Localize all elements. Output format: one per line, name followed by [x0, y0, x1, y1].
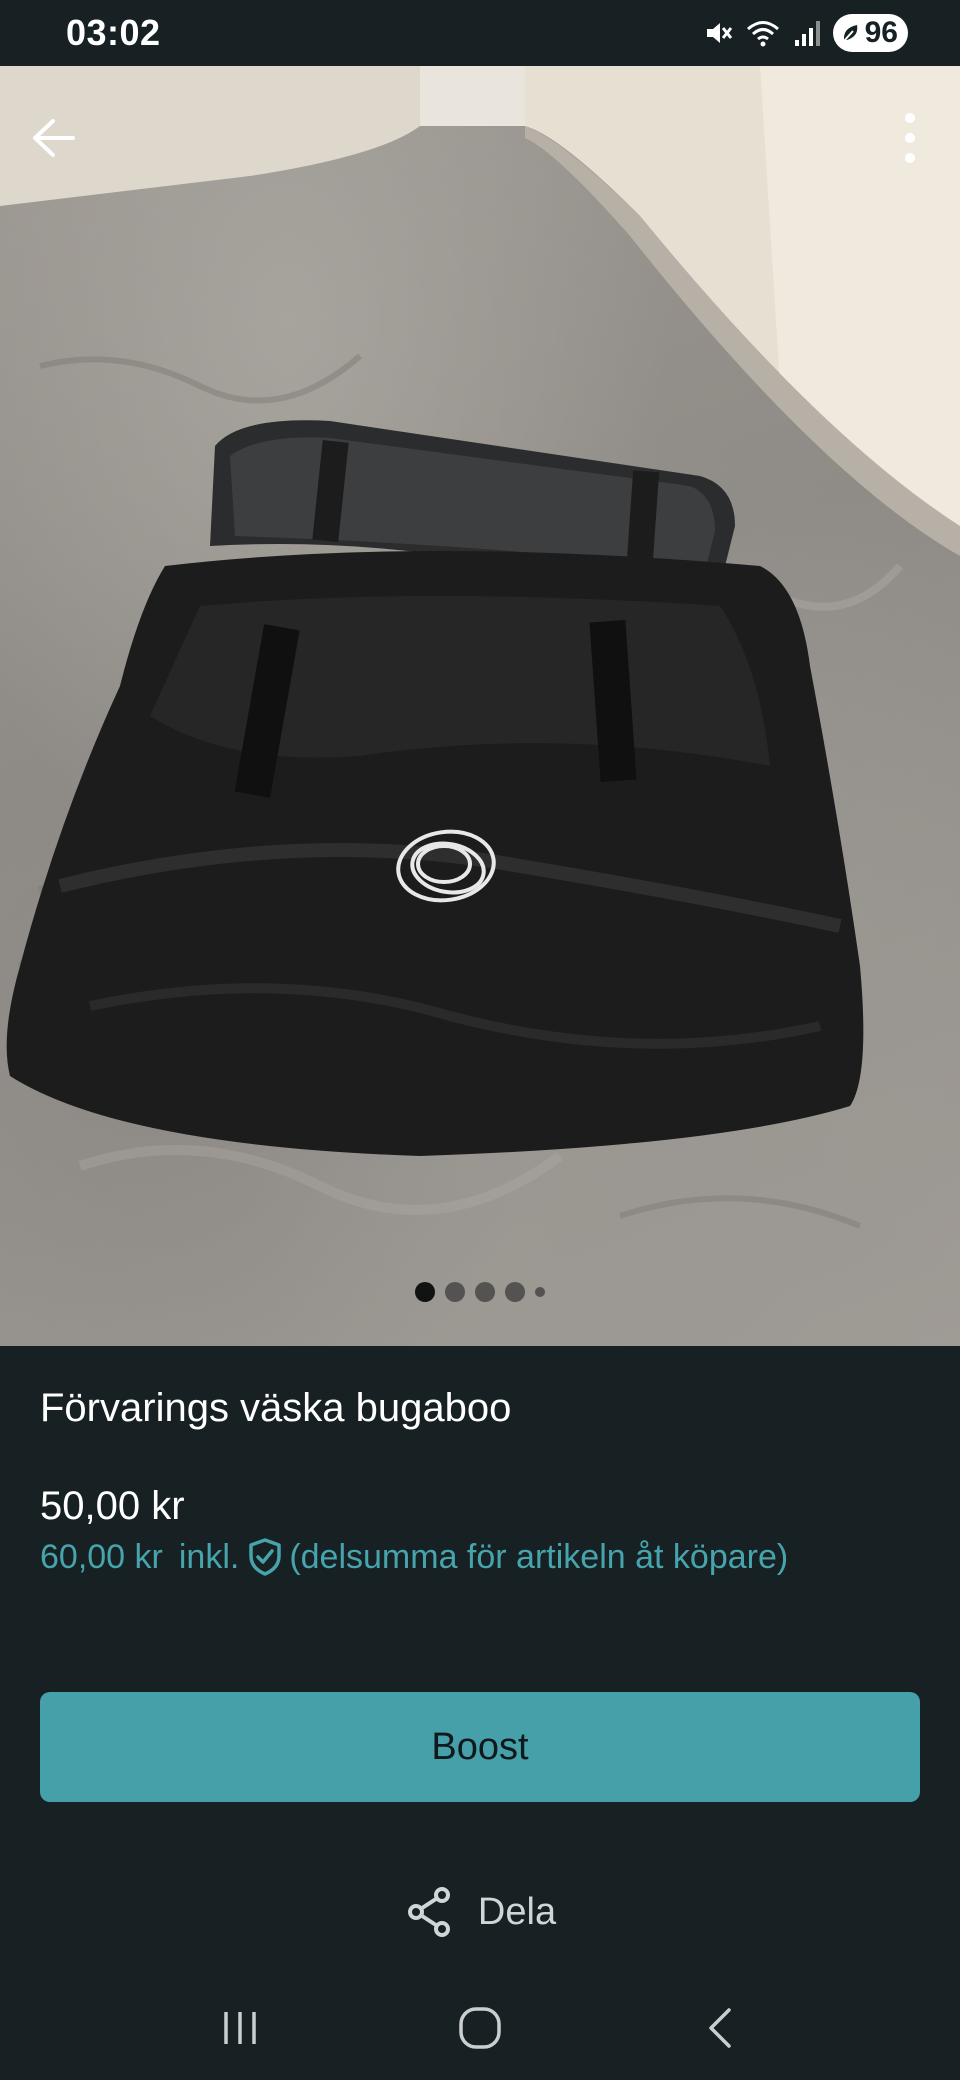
- status-bar: 03:02 96: [0, 0, 960, 66]
- recent-apps-icon: [224, 2012, 256, 2044]
- buyer-protection-info[interactable]: 60,00 kr inkl. (delsumma för artikeln åt…: [40, 1537, 788, 1577]
- pager-dot[interactable]: [505, 1282, 525, 1302]
- shield-check-icon: [249, 1538, 282, 1576]
- pager-dot[interactable]: [535, 1287, 545, 1297]
- back-button[interactable]: [22, 106, 86, 170]
- image-pager[interactable]: [0, 1282, 960, 1302]
- system-nav-bar: [0, 1976, 960, 2080]
- wifi-icon: [745, 18, 781, 48]
- system-back-button[interactable]: [680, 1988, 760, 2068]
- total-price: 60,00 kr: [40, 1537, 163, 1576]
- pager-dot[interactable]: [475, 1282, 495, 1302]
- pager-dot[interactable]: [415, 1282, 435, 1302]
- home-icon: [459, 2007, 501, 2049]
- chevron-left-icon: [709, 2008, 731, 2048]
- protection-note: (delsumma för artikeln åt köpare): [289, 1537, 789, 1576]
- screen: 03:02 96 Förvarings väska bugaboo 50,00 …: [0, 0, 960, 2080]
- mute-icon: [703, 18, 733, 48]
- share-icon: [407, 1887, 450, 1937]
- share-button[interactable]: Dela: [0, 1886, 960, 1938]
- arrow-left-icon: [33, 119, 75, 157]
- recent-apps-button[interactable]: [200, 1988, 280, 2068]
- pager-dot[interactable]: [445, 1282, 465, 1302]
- boost-button[interactable]: Boost: [40, 1692, 920, 1802]
- more-options-button[interactable]: [890, 106, 930, 170]
- listing-title: Förvarings väska bugaboo: [40, 1386, 512, 1430]
- signal-icon: [793, 18, 821, 48]
- listing-price: 50,00 kr: [40, 1484, 185, 1528]
- more-vertical-icon: [905, 113, 915, 163]
- battery-icon: 96: [832, 14, 908, 52]
- product-image: [0, 66, 960, 1229]
- share-label: Dela: [477, 1890, 557, 1933]
- status-time: 03:02: [66, 12, 161, 53]
- incl-label: inkl.: [178, 1537, 240, 1576]
- home-button[interactable]: [440, 1988, 520, 2068]
- status-icons: 96: [703, 14, 908, 52]
- battery-level: 96: [864, 16, 898, 49]
- product-photo[interactable]: [0, 66, 960, 1346]
